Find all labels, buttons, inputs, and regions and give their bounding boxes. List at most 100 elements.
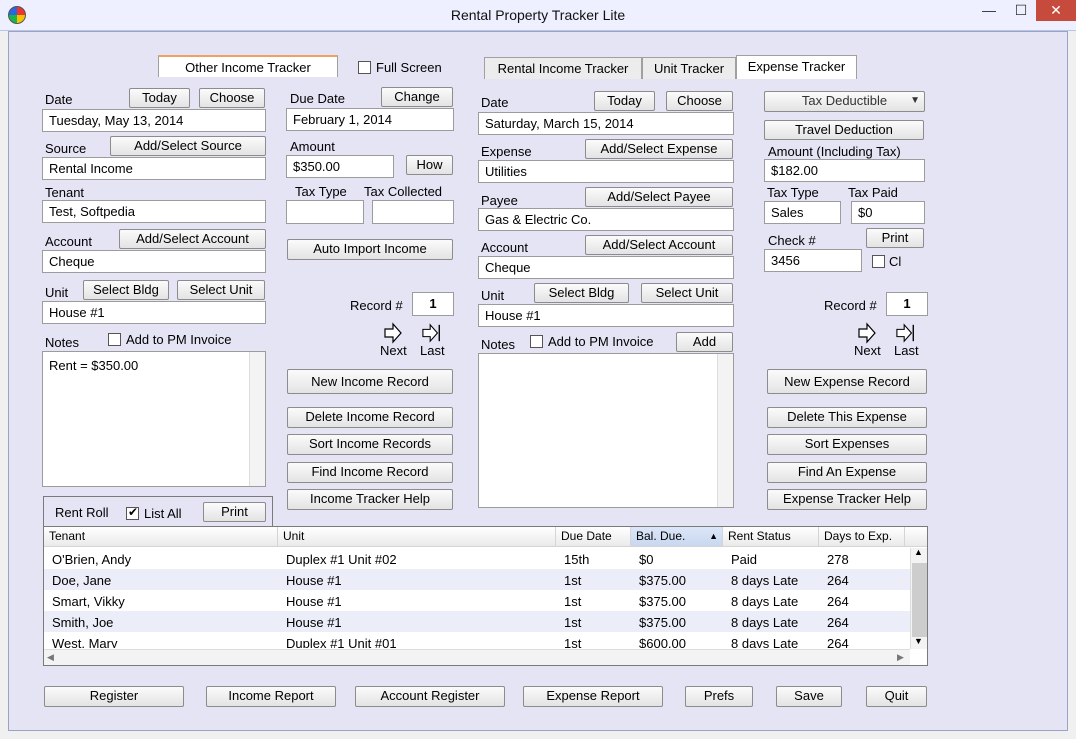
add-select-source-button[interactable]: Add/Select Source (110, 136, 266, 156)
expense-today-button[interactable]: Today (594, 91, 655, 111)
income-account-field[interactable]: Cheque (42, 250, 266, 273)
list-all-checkbox[interactable] (126, 505, 139, 520)
income-tax-type-field[interactable] (286, 200, 364, 224)
rent-roll-vertical-scrollbar[interactable]: ▲ ▼ (910, 547, 927, 649)
expense-next-arrow-icon[interactable] (857, 322, 877, 344)
tax-collected-field[interactable] (372, 200, 454, 224)
income-report-button[interactable]: Income Report (206, 686, 336, 707)
payee-field[interactable]: Gas & Electric Co. (478, 208, 734, 231)
column-header-due-date[interactable]: Due Date (556, 527, 631, 547)
expense-tax-type-field[interactable]: Sales (764, 201, 841, 224)
tenant-field[interactable]: Test, Softpedia (42, 200, 266, 223)
print-check-button[interactable]: Print (866, 228, 924, 248)
new-expense-record-button[interactable]: New Expense Record (767, 369, 927, 394)
sort-income-records-button[interactable]: Sort Income Records (287, 434, 453, 455)
cleared-checkbox[interactable] (872, 255, 885, 268)
account-register-button[interactable]: Account Register (355, 686, 505, 707)
expense-notes-scrollbar[interactable] (717, 354, 733, 507)
table-row[interactable]: Doe, Jane House #1 1st $375.00 8 days La… (44, 569, 910, 590)
new-income-record-button[interactable]: New Income Record (287, 369, 453, 394)
expense-unit-field[interactable]: House #1 (478, 304, 734, 327)
full-screen-checkbox[interactable] (358, 61, 371, 74)
table-row[interactable]: West, Mary Duplex #1 Unit #01 1st $600.0… (44, 632, 910, 648)
minimize-button[interactable]: — (972, 0, 1006, 21)
column-header-unit[interactable]: Unit (278, 527, 556, 547)
scroll-up-icon[interactable]: ▲ (914, 547, 923, 557)
column-header-days-to-exp[interactable]: Days to Exp. (819, 527, 905, 547)
expense-record-number-field[interactable]: 1 (886, 292, 928, 316)
find-expense-button[interactable]: Find An Expense (767, 462, 927, 483)
maximize-button[interactable]: ☐ (1006, 0, 1036, 21)
due-date-field[interactable]: February 1, 2014 (286, 108, 454, 131)
income-tracker-help-button[interactable]: Income Tracker Help (287, 489, 453, 510)
add-select-payee-button[interactable]: Add/Select Payee (585, 187, 733, 207)
close-button[interactable]: ✕ (1036, 0, 1076, 21)
how-button[interactable]: How (406, 155, 453, 175)
tax-deductible-dropdown[interactable]: Tax Deductible ▼ (764, 91, 925, 112)
expense-next-label[interactable]: Next (854, 343, 881, 358)
tab-expense-tracker[interactable]: Expense Tracker (736, 55, 857, 79)
expense-report-button[interactable]: Expense Report (523, 686, 663, 707)
income-notes-scrollbar[interactable] (249, 352, 265, 486)
delete-income-record-button[interactable]: Delete Income Record (287, 407, 453, 428)
prefs-button[interactable]: Prefs (685, 686, 753, 707)
expense-choose-date-button[interactable]: Choose (666, 91, 733, 111)
income-date-field[interactable]: Tuesday, May 13, 2014 (42, 109, 266, 132)
register-button[interactable]: Register (44, 686, 184, 707)
save-button[interactable]: Save (776, 686, 842, 707)
expense-field[interactable]: Utilities (478, 160, 734, 183)
tab-unit-tracker[interactable]: Unit Tracker (642, 57, 736, 79)
table-row[interactable]: Smith, Joe House #1 1st $375.00 8 days L… (44, 611, 910, 632)
expense-last-label[interactable]: Last (894, 343, 919, 358)
vertical-scroll-thumb[interactable] (912, 563, 927, 637)
income-add-pm-invoice-checkbox[interactable] (108, 333, 121, 346)
expense-select-unit-button[interactable]: Select Unit (641, 283, 733, 303)
rent-roll-print-button[interactable]: Print (203, 502, 266, 522)
change-due-date-button[interactable]: Change (381, 87, 453, 107)
tab-other-income-tracker[interactable]: Other Income Tracker (158, 55, 338, 77)
sort-expenses-button[interactable]: Sort Expenses (767, 434, 927, 455)
quit-button[interactable]: Quit (866, 686, 927, 707)
table-row[interactable]: Smart, Vikky House #1 1st $375.00 8 days… (44, 590, 910, 611)
add-select-expense-button[interactable]: Add/Select Expense (585, 139, 733, 159)
travel-deduction-button[interactable]: Travel Deduction (764, 120, 924, 140)
income-add-select-account-button[interactable]: Add/Select Account (119, 229, 266, 249)
expense-add-pm-invoice-checkbox[interactable] (530, 335, 543, 348)
income-last-arrow-icon[interactable] (422, 322, 442, 344)
income-next-arrow-icon[interactable] (383, 322, 403, 344)
income-choose-date-button[interactable]: Choose (199, 88, 265, 108)
auto-import-income-button[interactable]: Auto Import Income (287, 239, 453, 260)
scroll-down-icon[interactable]: ▼ (914, 636, 923, 646)
tab-rental-income-tracker[interactable]: Rental Income Tracker (484, 57, 642, 79)
expense-notes-area[interactable] (478, 353, 734, 508)
income-next-label[interactable]: Next (380, 343, 407, 358)
income-amount-field[interactable]: $350.00 (286, 155, 394, 178)
income-select-unit-button[interactable]: Select Unit (177, 280, 265, 300)
column-header-rent-status[interactable]: Rent Status (723, 527, 819, 547)
column-header-tenant[interactable]: Tenant (44, 527, 278, 547)
income-last-label[interactable]: Last (420, 343, 445, 358)
rent-roll-table[interactable]: Tenant Unit Due Date Bal. Due. ▲ Rent St… (43, 526, 928, 666)
source-field[interactable]: Rental Income (42, 157, 266, 180)
table-row[interactable]: O'Brien, Andy Duplex #1 Unit #02 15th $0… (44, 548, 910, 569)
expense-amount-field[interactable]: $182.00 (764, 159, 925, 182)
check-number-field[interactable]: 3456 (764, 249, 862, 272)
expense-tracker-help-button[interactable]: Expense Tracker Help (767, 489, 927, 510)
scroll-left-icon[interactable]: ◀ (47, 652, 54, 663)
expense-date-field[interactable]: Saturday, March 15, 2014 (478, 112, 734, 135)
rent-roll-horizontal-scrollbar[interactable]: ◀ ▶ (44, 649, 910, 665)
income-record-number-field[interactable]: 1 (412, 292, 454, 316)
income-today-button[interactable]: Today (129, 88, 190, 108)
scroll-right-icon[interactable]: ▶ (897, 652, 904, 663)
income-select-bldg-button[interactable]: Select Bldg (83, 280, 169, 300)
income-notes-area[interactable]: Rent = $350.00 (42, 351, 266, 487)
expense-last-arrow-icon[interactable] (896, 322, 916, 344)
expense-add-note-button[interactable]: Add (676, 332, 733, 352)
expense-account-field[interactable]: Cheque (478, 256, 734, 279)
find-income-record-button[interactable]: Find Income Record (287, 462, 453, 483)
column-header-balance-due[interactable]: Bal. Due. ▲ (631, 527, 723, 547)
expense-select-bldg-button[interactable]: Select Bldg (534, 283, 629, 303)
expense-add-select-account-button[interactable]: Add/Select Account (585, 235, 733, 255)
income-unit-field[interactable]: House #1 (42, 301, 266, 324)
tax-paid-field[interactable]: $0 (851, 201, 925, 224)
